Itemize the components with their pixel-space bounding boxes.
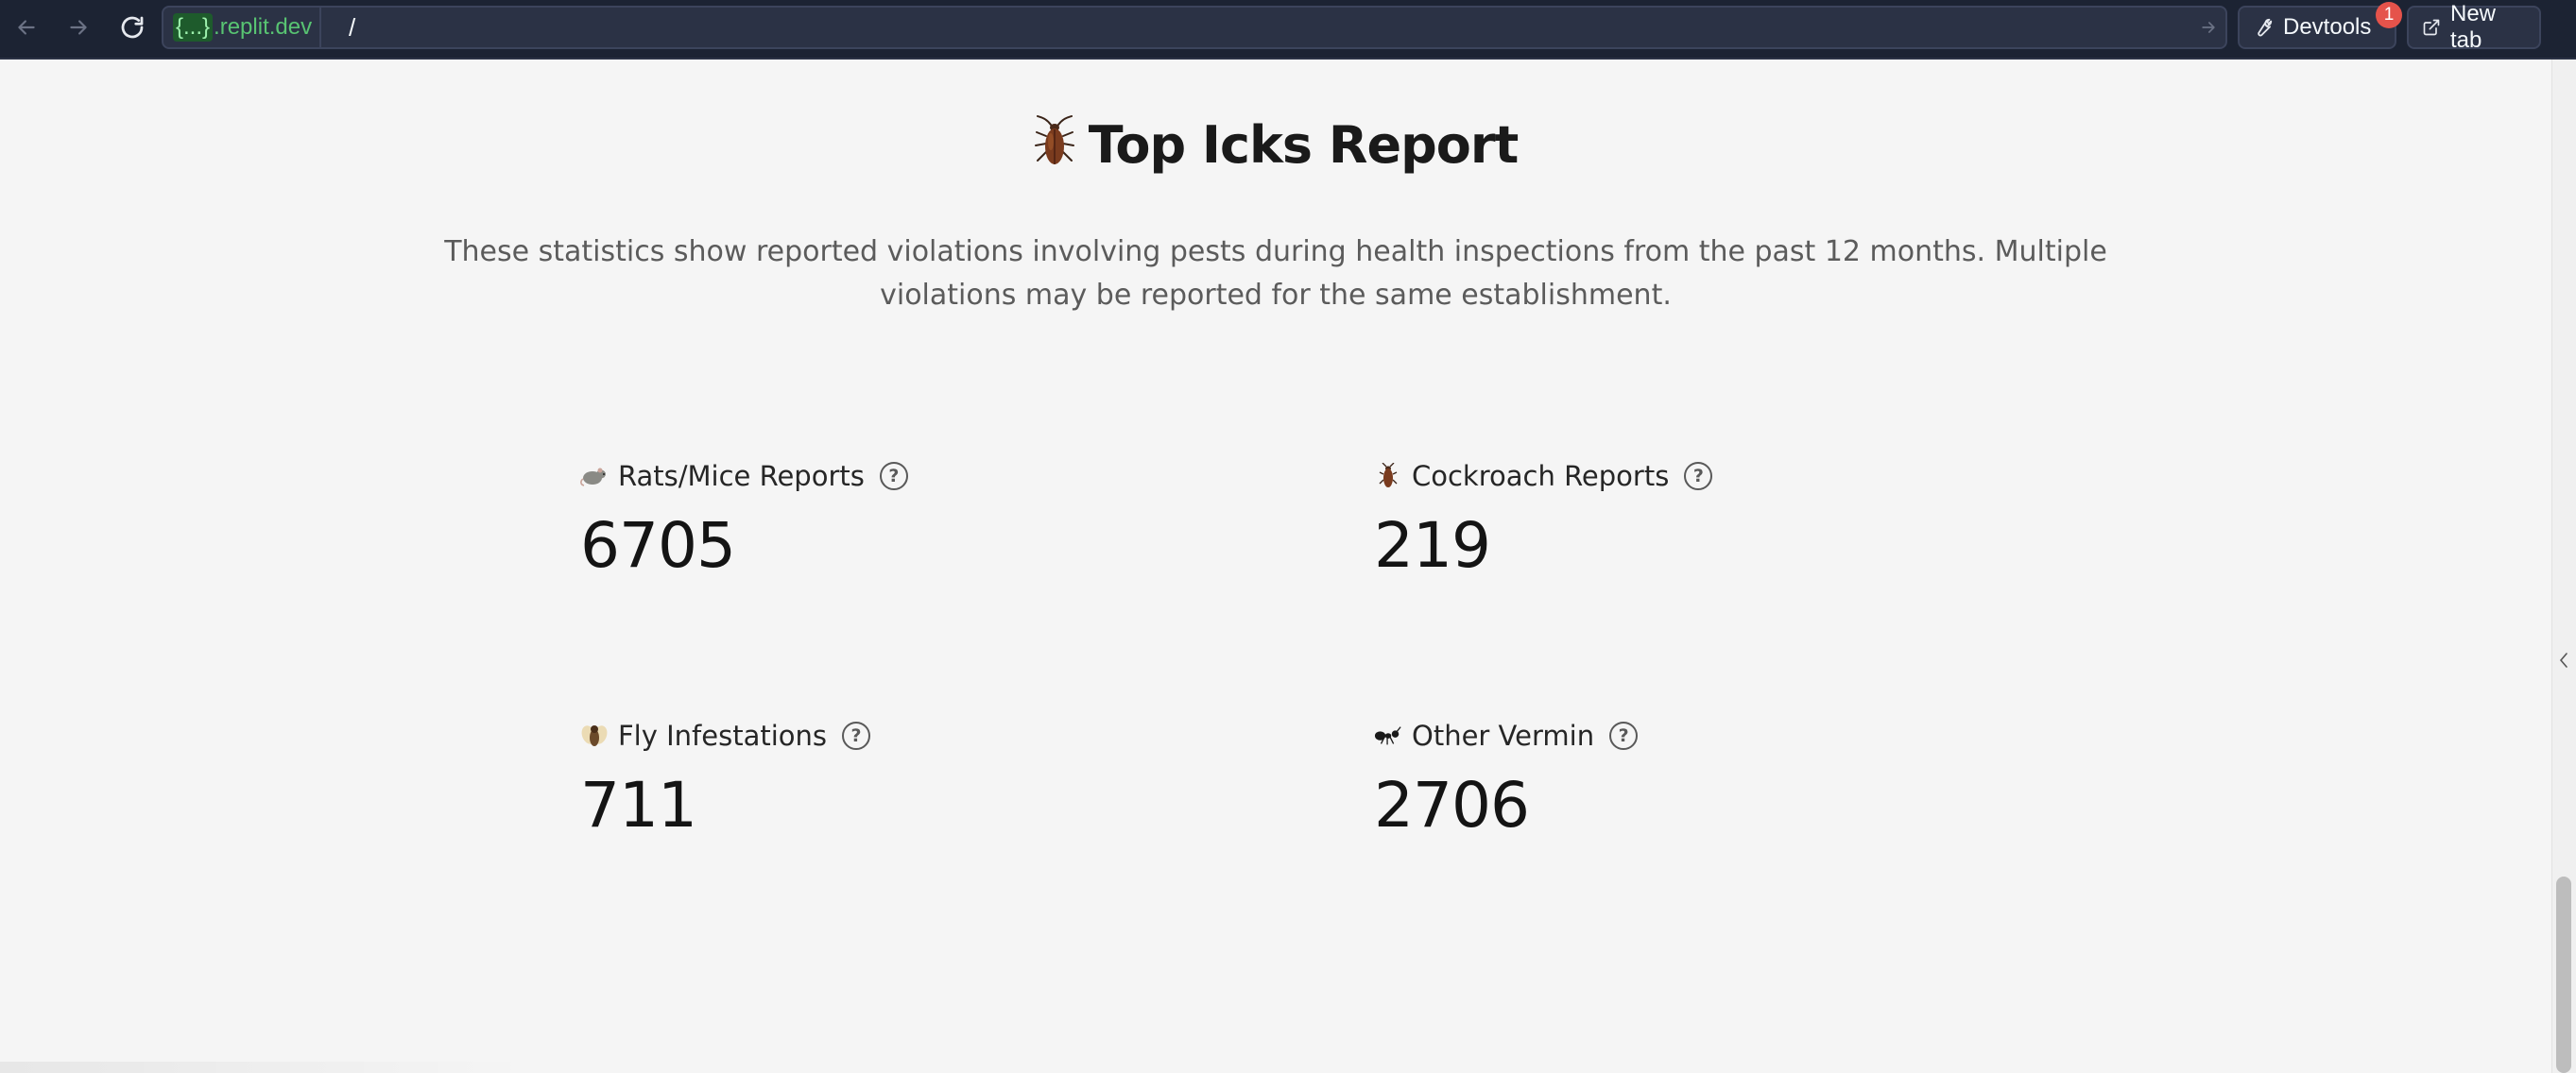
forward-button[interactable] [60,9,97,46]
stat-value-rats-mice: 6705 [580,509,736,582]
url-path[interactable]: / [349,8,355,47]
url-domain-placeholder: {...} [173,13,214,42]
scrollbar-thumb[interactable] [2556,877,2571,1073]
stat-value-cockroach: 219 [1374,509,1491,582]
vertical-scrollbar[interactable] [2551,60,2576,1073]
arrow-right-icon [2202,22,2215,33]
address-bar[interactable]: {...} .replit.dev / [162,6,2227,49]
cockroach-icon [1374,463,1402,489]
wrench-icon [2258,18,2273,37]
panel-toggle[interactable] [2557,650,2570,671]
stat-value-fly: 711 [580,769,697,842]
external-link-icon [2423,19,2440,36]
devtools-badge: 1 [2376,2,2402,28]
devtools-label: Devtools [2283,14,2372,40]
page-intro: These statistics show reported violation… [444,235,2107,312]
help-icon[interactable]: ? [842,722,871,750]
fly-icon [580,724,609,748]
arrow-right-icon [70,20,87,35]
page-title: Top Icks Report [0,115,2551,180]
cockroach-icon [1034,115,1075,180]
chevron-left-icon [2559,653,2567,668]
devtools-button[interactable]: Devtools 1 [2238,2,2402,49]
reload-button[interactable] [113,9,151,46]
stat-card-fly: Fly Infestations ? 711 [580,717,871,842]
stat-card-other-vermin: Other Vermin ? 2706 [1374,717,1639,842]
stat-label-other-vermin: Other Vermin [1412,720,1595,752]
new-tab-button[interactable]: New tab [2407,1,2541,53]
stat-label-fly: Fly Infestations [618,720,828,752]
go-button[interactable] [2199,18,2218,41]
back-button[interactable] [8,9,45,46]
rat-icon [580,466,609,486]
new-tab-label: New tab [2449,1,2496,53]
reload-icon [121,16,144,39]
ant-icon [1374,725,1402,746]
stat-card-rats-mice: Rats/Mice Reports ? 6705 [580,457,908,580]
stat-label-cockroach: Cockroach Reports [1412,460,1670,492]
arrow-left-icon [18,20,35,35]
url-domain-suffix: .replit.dev [214,14,313,40]
stat-card-cockroach: Cockroach Reports ? 219 [1374,457,1713,582]
page-title-text: Top Icks Report [1088,115,1520,175]
help-icon[interactable]: ? [879,462,908,490]
bottom-edge-shadow [0,1062,529,1073]
help-icon[interactable]: ? [1684,462,1713,490]
help-icon[interactable]: ? [1609,722,1639,750]
stat-value-other-vermin: 2706 [1374,769,1530,842]
stat-label-rats-mice: Rats/Mice Reports [618,460,865,492]
browser-toolbar: {...} .replit.dev / Devtools 1 New tab [0,0,2576,60]
url-domain: {...} .replit.dev [163,8,322,47]
